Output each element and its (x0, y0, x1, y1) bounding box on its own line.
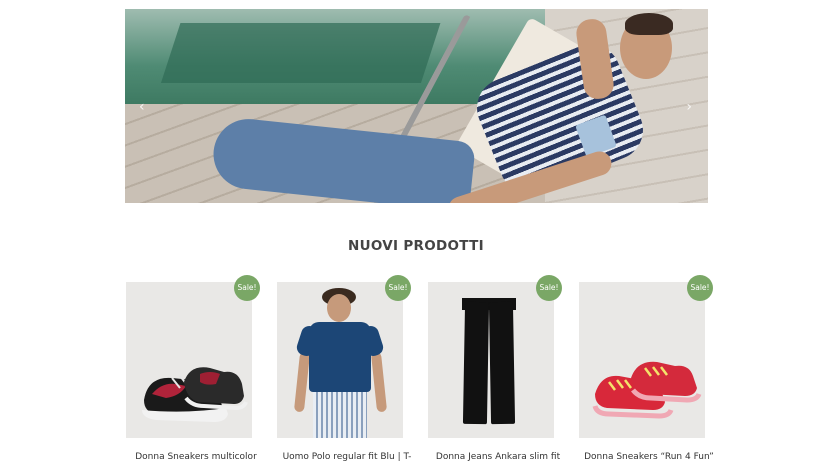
product-card[interactable]: Sale! Donna Sneakers “Run 4 Fun” (579, 275, 714, 468)
model-arm (293, 351, 311, 413)
product-name[interactable]: Donna Jeans Ankara slim fit (428, 452, 568, 462)
polo-shirt (309, 322, 371, 392)
product-image[interactable] (579, 282, 705, 438)
model-arm (370, 351, 388, 413)
product-name[interactable]: Uomo Polo regular fit Blu | T- (277, 452, 417, 462)
jeans-leg (462, 301, 490, 425)
hero-image-hair (625, 13, 673, 35)
striped-shorts (313, 392, 367, 438)
product-name[interactable]: Donna Sneakers “Run 4 Fun” (579, 452, 719, 462)
product-card[interactable]: Sale! Uomo Polo regular fit Blu | T- (277, 275, 411, 468)
product-card[interactable]: Sale! Donna Sneakers multicolor (126, 275, 260, 468)
jeans-leg (488, 301, 516, 425)
section-title: NUOVI PRODOTTI (348, 238, 484, 254)
product-image[interactable] (277, 282, 403, 438)
product-image[interactable] (428, 282, 554, 438)
product-name[interactable]: Donna Sneakers multicolor (126, 452, 266, 462)
chevron-right-icon[interactable]: › (686, 99, 692, 115)
sale-badge: Sale! (234, 275, 260, 301)
model-head (327, 294, 351, 322)
chevron-left-icon[interactable]: ‹ (139, 99, 145, 115)
product-card[interactable]: Sale! Donna Jeans Ankara slim fit (428, 275, 562, 468)
sale-badge: Sale! (385, 275, 411, 301)
hero-slider[interactable]: ‹ › (125, 9, 708, 203)
sale-badge: Sale! (536, 275, 562, 301)
product-image[interactable] (126, 282, 252, 438)
sale-badge: Sale! (687, 275, 713, 301)
